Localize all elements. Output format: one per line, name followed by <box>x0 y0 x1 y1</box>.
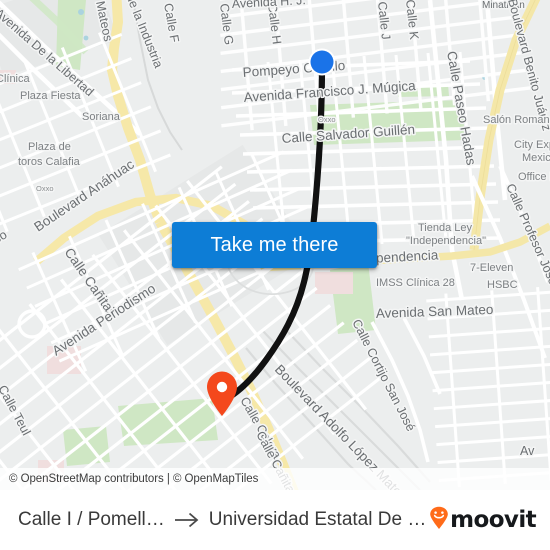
svg-text:Salón Romano: Salón Romano <box>483 114 550 126</box>
svg-text:Mexicali: Mexicali <box>522 152 550 164</box>
svg-text:Oxxo: Oxxo <box>36 184 54 193</box>
origin-marker <box>308 48 336 76</box>
svg-text:City Express: City Express <box>514 139 550 151</box>
svg-text:Plaza de: Plaza de <box>28 141 71 153</box>
attribution-text: © OpenStreetMap contributors | © OpenMap… <box>9 473 259 485</box>
take-me-there-button[interactable]: Take me there <box>172 222 377 268</box>
arrow-right-icon <box>174 511 200 529</box>
svg-text:Av: Av <box>520 444 535 458</box>
svg-text:Office Depot: Office Depot <box>518 171 550 183</box>
svg-text:"Independencia": "Independencia" <box>406 235 486 247</box>
map-attribution: © OpenStreetMap contributors | © OpenMap… <box>0 468 550 490</box>
svg-text:toros Calafia: toros Calafia <box>18 156 81 168</box>
trip-origin-label: Calle I / Pomell… <box>18 509 165 530</box>
svg-text:Clínica: Clínica <box>0 73 31 85</box>
trip-summary-bar: Calle I / Pomell… Universidad Estatal De… <box>0 490 550 550</box>
svg-text:HSBC: HSBC <box>487 279 518 291</box>
moovit-logo[interactable]: moovit <box>429 506 537 535</box>
moovit-pin-icon <box>429 506 449 535</box>
svg-text:Plaza Fiesta: Plaza Fiesta <box>20 90 81 102</box>
trip-destination-label: Universidad Estatal De Estudios… <box>208 509 430 530</box>
svg-text:Soriana: Soriana <box>82 111 121 123</box>
trip-endpoints: Calle I / Pomell… Universidad Estatal De… <box>18 509 429 531</box>
svg-text:7-Eleven: 7-Eleven <box>470 262 513 274</box>
svg-text:Tienda Ley: Tienda Ley <box>418 222 473 234</box>
moovit-map-screen: Avenida De la Libertad Mateos de la Indu… <box>0 0 550 550</box>
svg-text:IMSS Clínica 28: IMSS Clínica 28 <box>376 277 455 289</box>
svg-text:Oxxo: Oxxo <box>318 115 336 124</box>
moovit-wordmark: moovit <box>450 507 536 533</box>
